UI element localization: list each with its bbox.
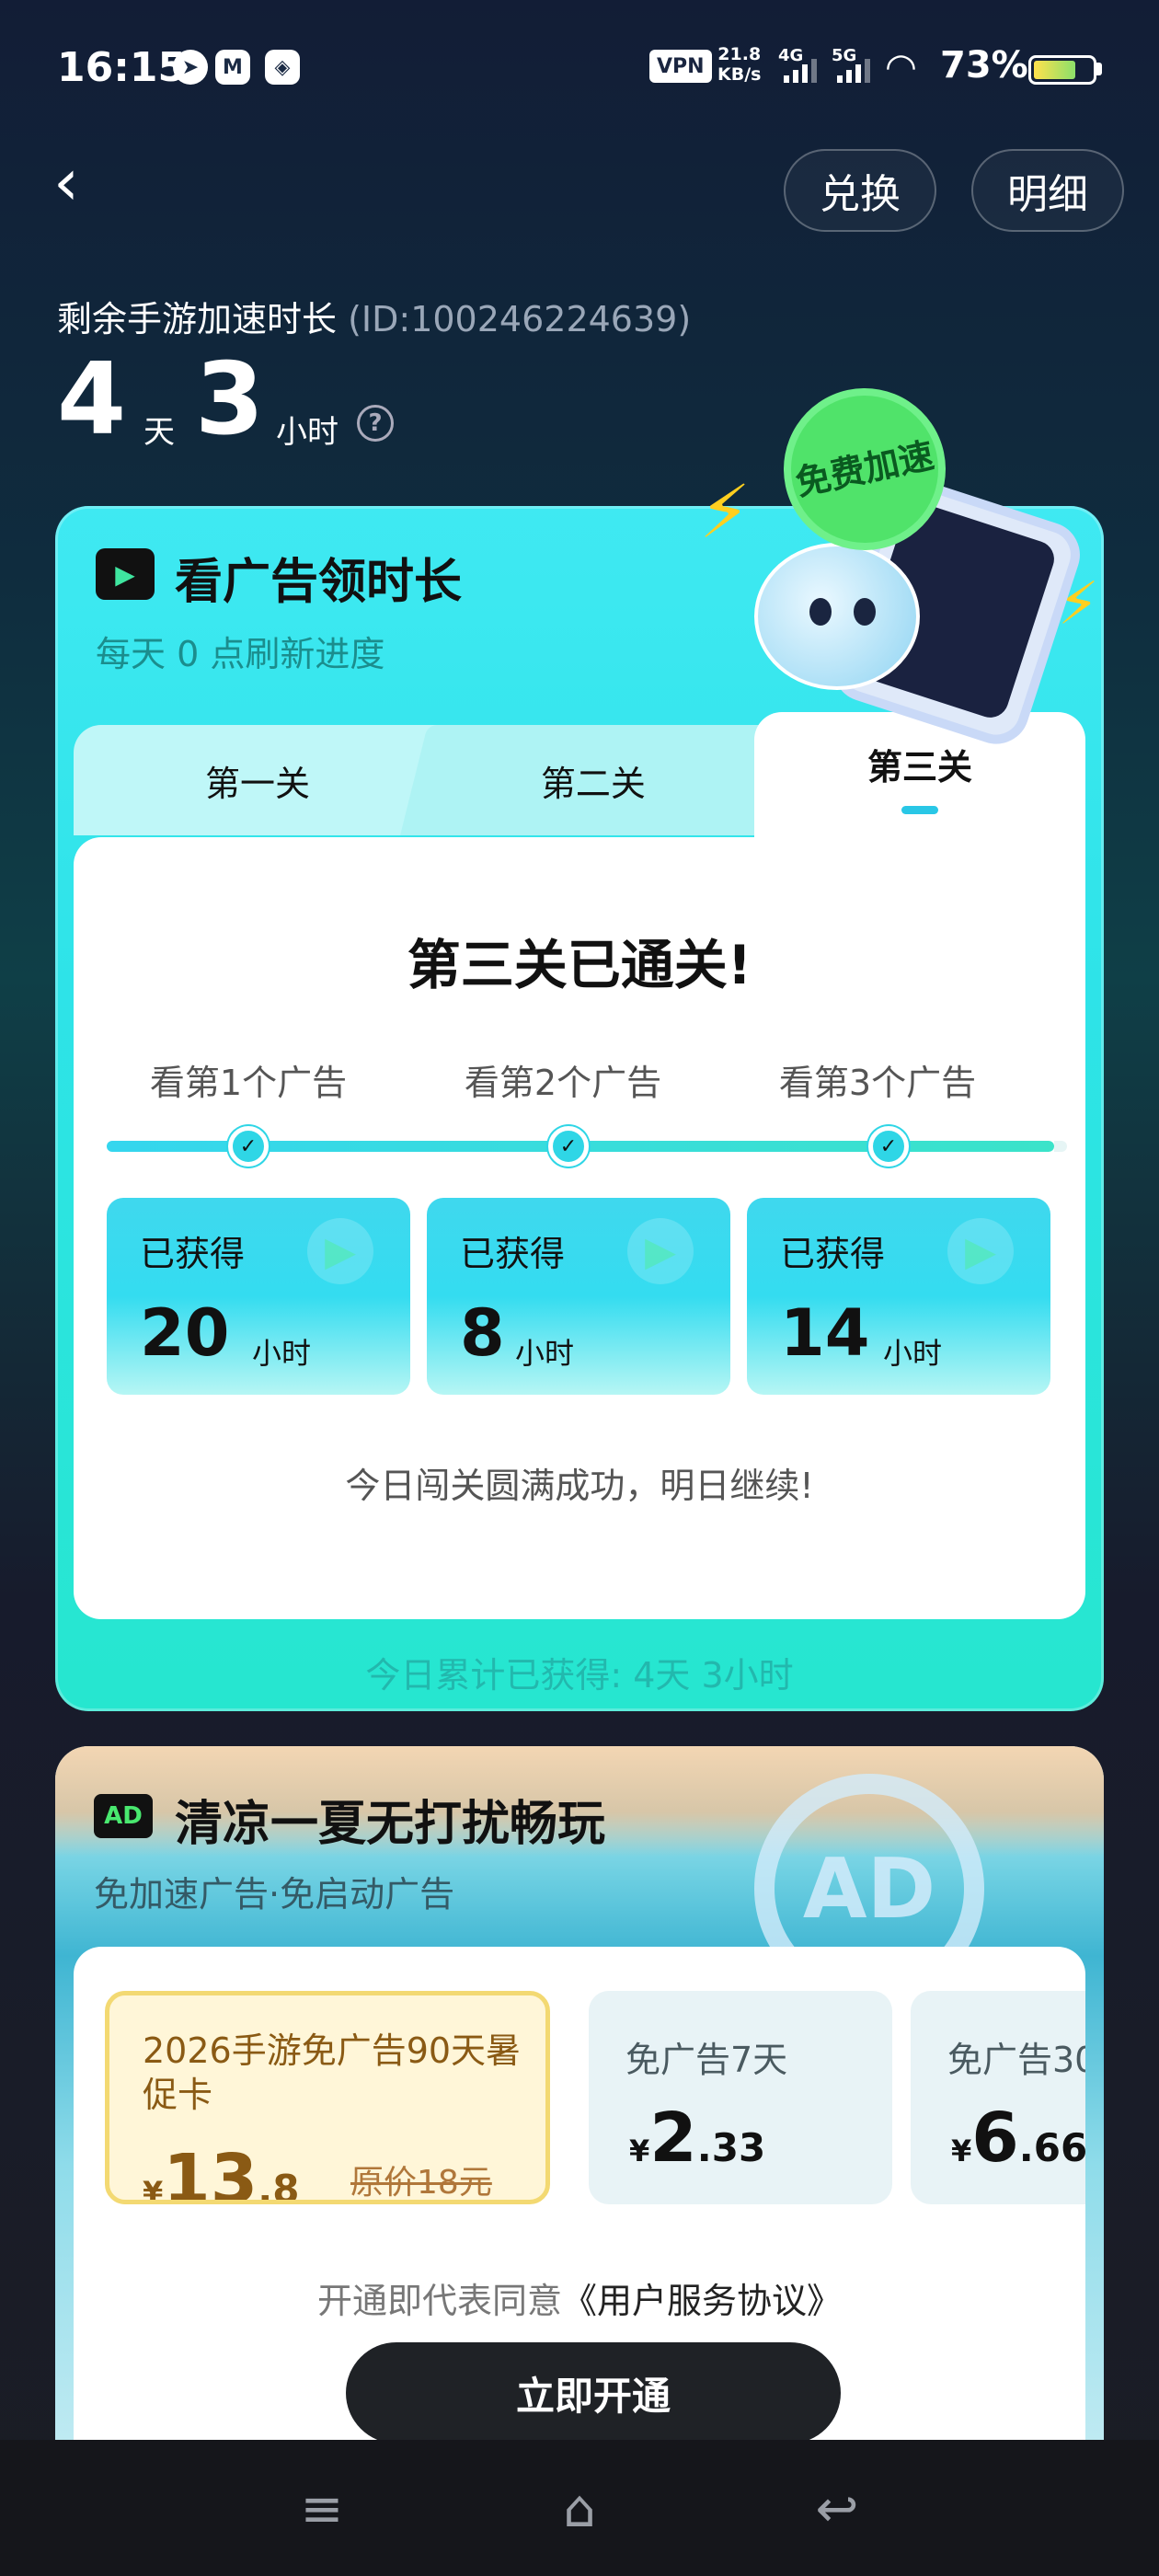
remaining-hours: 3 (195, 342, 265, 457)
reward-unit: 小时 (515, 1336, 575, 1371)
plan-option[interactable]: 免广告30天 ¥6.66 (911, 1991, 1085, 2204)
battery-tip (1096, 63, 1102, 75)
details-button[interactable]: 明细 (971, 149, 1124, 232)
plan-name: 免广告7天 (625, 2040, 788, 2080)
check-icon: ✓ (868, 1126, 909, 1167)
check-icon: ✓ (548, 1126, 589, 1167)
gmail-icon: M (215, 50, 250, 85)
currency-symbol: ¥ (143, 2175, 164, 2204)
plan-option[interactable]: 免广告7天 ¥2.33 (589, 1991, 892, 2204)
net-speed-unit: KB/s (717, 64, 762, 85)
ad-free-card: AD AD 清凉一夏无打扰畅玩 免加速广告·免启动广告 2026手游免广告90天… (55, 1746, 1104, 2445)
check-icon: ✓ (228, 1126, 269, 1167)
tab-level-1[interactable]: 第一关 (74, 725, 442, 835)
price-int: 13 (163, 2140, 258, 2204)
plan-price: ¥13.8 (143, 2140, 300, 2204)
mascot-illustration (754, 543, 920, 690)
battery-percent: 73% (940, 44, 1028, 86)
today-total: 今日累计已获得: 4天 3小时 (365, 1655, 794, 1696)
signal-5g-bars (837, 59, 870, 83)
home-icon[interactable]: ⌂ (543, 2477, 616, 2541)
remaining-label-text: 剩余手游加速时长 (57, 299, 338, 339)
ad-free-title: 清凉一夏无打扰畅玩 (175, 1797, 606, 1852)
days-unit: 天 (143, 414, 175, 451)
price-dec: .8 (258, 2167, 300, 2204)
status-bar: 16:15 ➤ M ◈ VPN 21.8 KB/s 4G 5G ◠ 73% (0, 0, 1159, 138)
step-2-label: 看第2个广告 (464, 1063, 662, 1103)
ad-free-subtitle: 免加速广告·免启动广告 (94, 1874, 455, 1915)
play-icon: ▶ (627, 1218, 694, 1284)
subscribe-button[interactable]: 立即开通 (346, 2342, 841, 2444)
service-agreement-link[interactable]: 《用户服务协议》 (562, 2281, 842, 2321)
reward-unit: 小时 (883, 1336, 943, 1371)
ad-tag-icon: AD (94, 1794, 153, 1838)
step-1-label: 看第1个广告 (149, 1063, 348, 1103)
mascot-eye (809, 598, 832, 626)
status-time: 16:15 (57, 44, 187, 91)
agreement-text: 开通即代表同意《用户服务协议》 (74, 2272, 1085, 2323)
lightning-icon: ⚡ (699, 469, 752, 555)
level-panel: 第三关已通关! 看第1个广告 看第2个广告 看第3个广告 ✓ ✓ ✓ ▶ 已获得… (74, 837, 1085, 1619)
tab-level-3[interactable]: 第三关 (754, 712, 1085, 841)
plan-price: ¥6.66 (951, 2101, 1085, 2175)
menu-icon[interactable]: ≡ (285, 2477, 359, 2541)
account-id: (ID:100246224639) (348, 299, 692, 339)
price-int: 6 (971, 2099, 1019, 2178)
original-price: 原价18元 (350, 2164, 492, 2202)
play-icon: ▶ (307, 1218, 373, 1284)
return-icon[interactable]: ↩ (800, 2477, 874, 2541)
price-dec: .33 (696, 2125, 766, 2170)
remaining-days: 4 (57, 342, 127, 457)
price-dec: .66 (1018, 2125, 1085, 2170)
reward-card-1: ▶ 已获得 20 小时 (107, 1198, 410, 1395)
plan-option-selected[interactable]: 2026手游免广告90天暑促卡 ¥13.8 原价18元 (105, 1991, 550, 2204)
hours-unit: 小时 (276, 414, 339, 451)
ad-card-title: 看广告领时长 (175, 555, 463, 610)
tab-level-2[interactable]: 第二关 (400, 725, 786, 835)
level-complete-title: 第三关已通关! (407, 934, 752, 996)
reward-got-label: 已获得 (460, 1234, 566, 1274)
price-int: 2 (649, 2099, 697, 2178)
reward-card-3: ▶ 已获得 14 小时 (747, 1198, 1050, 1395)
reward-value: 14 (780, 1295, 870, 1371)
tv-icon: ▶ (96, 548, 155, 600)
tab-level-3-label: 第三关 (866, 747, 972, 788)
agreement-prefix: 开通即代表同意 (316, 2281, 562, 2321)
step-3-label: 看第3个广告 (778, 1063, 977, 1103)
currency-symbol: ¥ (951, 2133, 972, 2168)
plan-price: ¥2.33 (629, 2101, 765, 2175)
net-speed: 21.8 KB/s (717, 44, 761, 85)
exchange-button[interactable]: 兑换 (784, 149, 936, 232)
net-speed-value: 21.8 (717, 44, 762, 64)
reward-got-label: 已获得 (140, 1234, 246, 1274)
ad-card-subtitle: 每天 0 点刷新进度 (96, 634, 385, 674)
reward-unit: 小时 (252, 1336, 312, 1371)
currency-symbol: ¥ (629, 2133, 650, 2168)
tab-level-2-label: 第二关 (540, 763, 646, 804)
tab-level-1-label: 第一关 (204, 763, 310, 804)
plan-name: 免广告30天 (947, 2040, 1085, 2080)
play-icon: ▶ (947, 1218, 1014, 1284)
plan-panel: 2026手游免广告90天暑促卡 ¥13.8 原价18元 免广告7天 ¥2.33 … (74, 1947, 1085, 2445)
reward-card-2: ▶ 已获得 8 小时 (427, 1198, 730, 1395)
reward-value: 8 (460, 1295, 505, 1371)
back-chevron-icon[interactable]: ‹ (53, 150, 103, 219)
help-icon[interactable]: ? (357, 405, 394, 442)
remaining-label: 剩余手游加速时长 (ID:100246224639) (57, 291, 691, 341)
level-note: 今日闯关圆满成功，明日继续! (345, 1466, 814, 1506)
signal-4g-bars (784, 59, 817, 83)
reward-got-label: 已获得 (780, 1234, 886, 1274)
level-tabs: 第一关 第二关 第三关 (74, 712, 1085, 854)
telegram-icon: ➤ (173, 50, 208, 85)
active-tab-indicator (901, 806, 938, 814)
plan-name: 2026手游免广告90天暑促卡 (143, 2030, 522, 2115)
reward-value: 20 (140, 1295, 230, 1371)
wifi-icon: ◠ (885, 46, 917, 88)
battery-icon (1028, 55, 1096, 85)
app-icon: ◈ (265, 50, 300, 85)
progress-track-end (1054, 1141, 1067, 1152)
mascot-eye (854, 598, 876, 626)
vpn-badge: VPN (649, 50, 712, 83)
